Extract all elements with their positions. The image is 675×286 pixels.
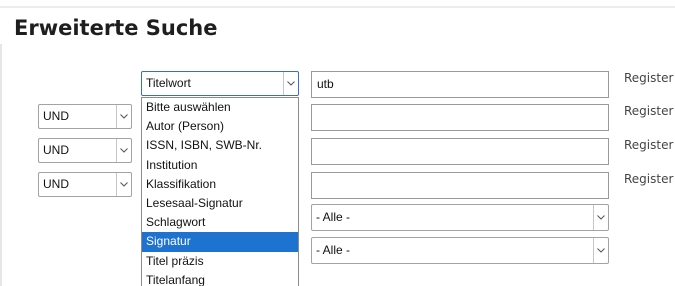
filter-select-2-value: - Alle - (316, 243, 351, 257)
search-term-value-1: utb (317, 77, 334, 91)
operator-select-4-value: UND (43, 177, 69, 191)
dropdown-option[interactable]: Titel präzis (142, 252, 298, 271)
page-title: Erweiterte Suche (14, 16, 218, 40)
dropdown-option[interactable]: Schlagwort (142, 213, 298, 232)
search-term-input-4[interactable] (311, 172, 609, 199)
search-term-input-2[interactable] (311, 104, 609, 131)
chevron-down-icon (593, 238, 608, 263)
field-select-1-value: Titelwort (146, 76, 191, 90)
dropdown-option[interactable]: Lesesaal-Signatur (142, 194, 298, 213)
register-link-1[interactable]: Register (624, 71, 673, 85)
filter-select-2[interactable]: - Alle - (311, 237, 609, 264)
chevron-down-icon (593, 205, 608, 230)
dropdown-option[interactable]: Titelanfang (142, 271, 298, 286)
dropdown-option[interactable]: Bitte auswählen (142, 98, 298, 117)
chevron-down-icon (283, 72, 298, 95)
register-link-2[interactable]: Register (624, 104, 673, 118)
filter-select-1[interactable]: - Alle - (311, 204, 609, 231)
chevron-down-icon (116, 139, 131, 162)
operator-select-2[interactable]: UND (38, 104, 132, 129)
field-select-1[interactable]: Titelwort (141, 71, 299, 96)
dropdown-option[interactable]: Klassifikation (142, 175, 298, 194)
field-dropdown-list: Bitte auswählen Autor (Person) ISSN, ISB… (141, 97, 299, 286)
search-term-input-1[interactable]: utb (311, 71, 609, 98)
register-link-4[interactable]: Register (624, 172, 673, 186)
register-link-3[interactable]: Register (624, 138, 673, 152)
dropdown-option-highlighted[interactable]: Signatur (142, 232, 298, 252)
top-divider (0, 6, 675, 8)
filter-select-1-value: - Alle - (316, 210, 351, 224)
operator-select-4[interactable]: UND (38, 172, 132, 197)
left-edge (0, 44, 2, 286)
dropdown-option[interactable]: Autor (Person) (142, 117, 298, 136)
search-term-input-3[interactable] (311, 138, 609, 165)
operator-select-2-value: UND (43, 109, 69, 123)
operator-select-3[interactable]: UND (38, 138, 132, 163)
chevron-down-icon (116, 173, 131, 196)
chevron-down-icon (116, 105, 131, 128)
dropdown-option[interactable]: Institution (142, 156, 298, 175)
operator-select-3-value: UND (43, 143, 69, 157)
dropdown-option[interactable]: ISSN, ISBN, SWB-Nr. (142, 136, 298, 155)
